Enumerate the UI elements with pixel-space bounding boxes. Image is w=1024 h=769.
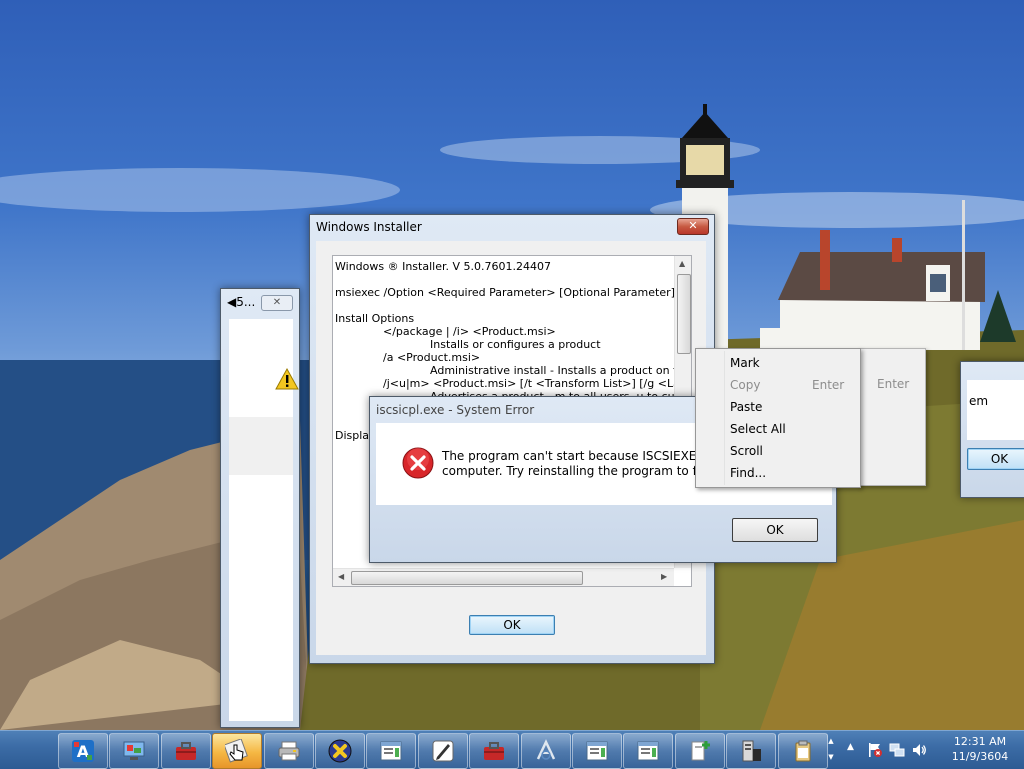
installer-line-advertise: /j<u|m> <Product.msi> [/t <Transform Lis… (383, 377, 691, 390)
right-window-text: em (969, 394, 989, 408)
installer-line-install-options: Install Options (335, 312, 415, 325)
network-icon[interactable] (889, 742, 905, 758)
clock-date: 11/9/3604 (951, 750, 1009, 763)
taskbar-button-clipboard[interactable] (777, 733, 828, 769)
display-icon (123, 741, 145, 760)
scroll-right-arrow-icon[interactable]: ▶ (661, 572, 667, 581)
taskbar-button-text-tool[interactable] (520, 733, 571, 769)
installer-line-usage: msiexec /Option <Required Parameter> [Op… (335, 286, 675, 299)
taskbar-scroll-arrows[interactable]: ▲ ▼ (824, 733, 838, 767)
taskbar: A ▲ ▼ ▲ 12:31 AM 11/9/3604 (0, 730, 1024, 769)
left-window-body (229, 319, 299, 721)
taskbar-button-font[interactable]: A (58, 733, 108, 769)
window-icon (380, 741, 402, 761)
clipboard-icon (795, 740, 811, 762)
warning-icon (275, 367, 299, 390)
installer-titlebar: Windows Installer ✕ (310, 215, 714, 239)
taskbar-button-toolbox[interactable] (160, 733, 211, 769)
system-error-title: iscsicpl.exe - System Error (376, 403, 535, 417)
tray-show-hidden-icon[interactable]: ▲ (847, 742, 854, 752)
installer-horizontal-scrollbar[interactable]: ◀ ▶ (333, 568, 674, 586)
context-menu-item-mark[interactable]: Mark (730, 352, 760, 374)
taskbar-button-window[interactable] (366, 733, 417, 769)
context-menu-item-copy[interactable]: Copy (730, 374, 760, 396)
installer-ok-button[interactable]: OK (469, 615, 555, 635)
text-tool-icon (536, 739, 555, 760)
context-menu-shadow-shortcut: Enter (877, 377, 910, 391)
installer-line-installs: Installs or configures a product (430, 338, 601, 351)
context-menu-shadow: Enter (858, 348, 926, 486)
installer-title: Windows Installer (316, 220, 422, 234)
taskbar-button-server[interactable] (726, 733, 777, 769)
left-window-title: ◀5... (227, 295, 256, 309)
error-icon (402, 447, 434, 479)
taskbar-button-display[interactable] (109, 733, 160, 769)
context-menu-copy-shortcut: Enter (812, 378, 845, 392)
toolbox-icon (175, 742, 196, 760)
volume-icon[interactable] (911, 742, 927, 758)
context-menu: Mark Copy Enter Paste Select All Scroll … (695, 348, 861, 488)
taskbar-button-pen[interactable] (417, 733, 468, 769)
system-error-ok-button[interactable]: OK (732, 518, 818, 542)
system-tray: ▲ 12:31 AM 11/9/3604 (845, 731, 1024, 769)
left-window-gray-band (229, 417, 293, 475)
context-menu-item-paste[interactable]: Paste (730, 396, 762, 418)
window-icon (586, 741, 608, 761)
scroll-up-arrow-icon[interactable]: ▲ (679, 259, 685, 268)
taskbar-button-window[interactable] (623, 733, 674, 769)
taskbar-button-toolbox[interactable] (469, 733, 520, 769)
taskbar-scroll-down-icon[interactable]: ▼ (824, 749, 838, 765)
hand-pointer-icon (225, 739, 249, 763)
window-icon (637, 741, 659, 761)
flag-icon[interactable] (867, 742, 883, 758)
installer-line-admin-desc: Administrative install - Installs a prod… (430, 364, 691, 377)
installer-line-admin: /a <Product.msi> (383, 351, 481, 364)
installer-close-button[interactable]: ✕ (677, 218, 709, 235)
installer-line-package: </package | /i> <Product.msi> (383, 325, 556, 338)
taskbar-button-printer[interactable] (263, 733, 314, 769)
taskbar-button-document-plus[interactable] (674, 733, 725, 769)
installer-line-version: Windows ® Installer. V 5.0.7601.24407 (335, 260, 551, 273)
context-menu-item-select-all[interactable]: Select All (730, 418, 786, 440)
printer-icon (278, 741, 300, 761)
left-window-titlebar: ◀5... ✕ (221, 289, 299, 315)
right-window-body: em (967, 380, 1024, 440)
taskbar-scroll-up-icon[interactable]: ▲ (824, 733, 838, 749)
left-window-close-button[interactable]: ✕ (261, 295, 293, 311)
taskbar-button-window[interactable] (572, 733, 622, 769)
clock-time: 12:31 AM (953, 735, 1007, 748)
x-circle-icon (328, 739, 352, 763)
context-menu-item-find[interactable]: Find... (730, 462, 766, 484)
scroll-left-arrow-icon[interactable]: ◀ (338, 572, 344, 581)
toolbox-icon (484, 742, 505, 760)
taskbar-button-x-circle[interactable] (315, 733, 365, 769)
server-icon (742, 740, 762, 762)
font-icon: A (72, 740, 94, 762)
right-partial-window: em OK (960, 361, 1024, 498)
installer-horizontal-scroll-thumb[interactable] (351, 571, 583, 585)
system-error-message-line2: computer. Try reinstalling the program t… (442, 464, 733, 478)
left-partial-window: ◀5... ✕ (220, 288, 300, 728)
right-window-ok-button[interactable]: OK (967, 448, 1024, 470)
document-plus-icon (691, 741, 710, 761)
context-menu-gutter (724, 351, 725, 485)
taskbar-button-hand-pointer[interactable] (212, 733, 263, 769)
taskbar-clock[interactable]: 12:31 AM 11/9/3604 (945, 734, 1015, 764)
pen-icon (432, 740, 454, 762)
installer-vertical-scroll-thumb[interactable] (677, 274, 691, 354)
context-menu-item-scroll[interactable]: Scroll (730, 440, 763, 462)
